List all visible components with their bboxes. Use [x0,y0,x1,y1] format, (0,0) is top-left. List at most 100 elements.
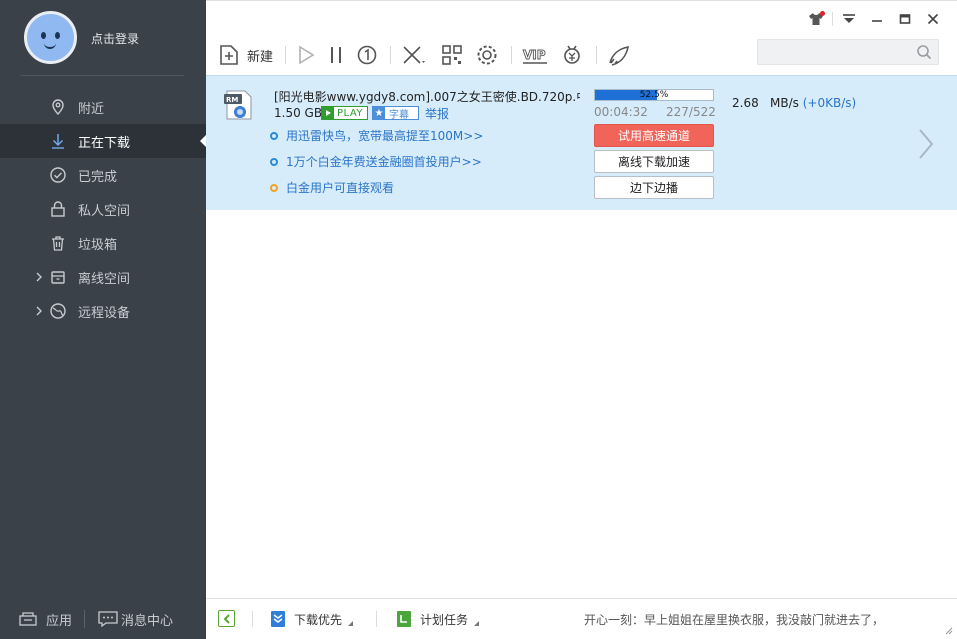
maximize-button[interactable] [891,8,919,30]
menu-button[interactable] [835,8,863,30]
speed-extra: (+0KB/s) [802,96,857,110]
star-icon: ★ [373,107,385,119]
dropdown-triangle-icon [474,620,480,626]
progress-percent: 52.5% [639,90,669,100]
toolbar-divider [390,46,392,64]
chevron-right-icon[interactable] [34,270,44,284]
qr-code-icon [442,45,462,65]
chevron-right-icon[interactable] [917,128,935,160]
new-task-button[interactable]: 新建 [218,42,273,68]
sidebar-item-trash[interactable]: 垃圾箱 [0,226,206,260]
promo-link-1[interactable]: 用迅雷快鸟，宽带最高提至100M>> [270,127,483,144]
download-speed: 2.68 [732,96,759,110]
calendar-icon [397,611,411,627]
sidebar-item-offline-space[interactable]: 离线空间 [0,260,206,294]
trial-high-speed-button[interactable]: 试用高速通道 [594,124,714,147]
toolbar-divider [285,46,287,64]
bullet-ring-icon [270,183,278,192]
top-bar: 新建 VIP [206,0,957,75]
notification-dot [820,11,825,16]
money-button[interactable] [560,42,584,68]
sidebar-item-label: 正在下载 [78,135,131,151]
sidebar-nav: 附近 正在下载 已完成 私人空间 垃圾箱 离线空间 远程设备 [0,90,206,328]
login-link[interactable]: 点击登录 [91,30,139,47]
sidebar-item-label: 私人空间 [78,203,131,219]
collapse-sidebar-button[interactable] [218,610,235,627]
rm-file-icon: RM [224,90,252,120]
settings-button[interactable] [475,42,499,68]
sidebar-item-completed[interactable]: 已完成 [0,158,206,192]
sidebar-divider [20,75,184,76]
status-divider [252,611,253,627]
download-task-row[interactable]: RM [阳光电影www.ygdy8.com].007之女王密使.BD.720p.… [206,75,957,210]
new-task-label: 新建 [247,49,274,65]
subtitle-badge[interactable]: ★ 字幕 [372,106,419,121]
scheduled-task-button[interactable]: 计划任务 [396,610,480,628]
status-message[interactable]: 开心一刻：早上姐姐在屋里换衣服，我没敲门就进去了， [584,611,884,628]
promo-link-3[interactable]: 白金用户可直接观看 [270,179,394,196]
elapsed-time: 00:04:32 [594,105,648,119]
dropdown-menu-icon [843,14,855,23]
start-button[interactable] [296,42,316,68]
pause-button[interactable] [328,42,344,68]
sidebar-item-private-space[interactable]: 私人空间 [0,192,206,226]
sidebar-item-nearby[interactable]: 附近 [0,90,206,124]
chevron-left-icon [223,613,230,624]
chevron-right-icon[interactable] [34,304,44,318]
priority-download-icon [271,611,285,627]
speed-unit-label: MB/s [770,96,799,110]
gear-icon [477,45,497,65]
sidebar-footer: 应用 消息中心 [0,599,206,639]
message-center-label: 消息中心 [121,613,174,629]
message-bubble-icon [98,611,118,628]
resize-grip-icon[interactable] [943,625,953,635]
minimize-button[interactable] [863,8,891,30]
delete-button[interactable] [401,42,429,68]
priority-button[interactable] [356,42,378,68]
pause-icon [331,47,342,63]
bullet-ring-icon [270,157,278,166]
window-controls [802,8,947,30]
scheduled-task-label: 计划任务 [420,612,469,627]
minimize-icon [872,20,882,22]
rocket-icon [609,45,630,66]
download-priority-button[interactable]: 下载优先 [270,610,354,628]
sidebar-item-label: 已完成 [78,169,118,185]
download-priority-label: 下载优先 [294,612,343,627]
toolbar: 新建 VIP [218,42,643,68]
file-name[interactable]: [阳光电影www.ygdy8.com].007之女王密使.BD.720p.中..… [274,88,580,105]
avatar-mouth [44,43,56,49]
offline-box-icon [51,271,65,284]
progress-bar: 52.5% [594,89,714,101]
avatar[interactable] [24,11,77,64]
sidebar-item-label: 远程设备 [78,305,131,321]
subtitle-badge-label: 字幕 [389,109,409,121]
search-icon[interactable] [916,44,932,60]
download-arrow-icon [52,134,64,149]
status-divider [376,611,377,627]
report-link[interactable]: 举报 [425,105,449,122]
pieces-count: 227/522 [666,105,716,119]
sidebar-item-remote-devices[interactable]: 远程设备 [0,294,206,328]
play-badge[interactable]: PLAY [321,106,368,120]
qr-code-button[interactable] [441,42,463,68]
delete-x-icon [403,46,426,64]
promo-link-2[interactable]: 1万个白金年费送金融圈首投用户>> [270,153,482,170]
rocket-button[interactable] [607,42,631,68]
apps-button[interactable]: 应用 [18,610,72,629]
avatar-eye-right [55,32,60,39]
offline-accelerate-button[interactable]: 离线下载加速 [594,150,714,173]
close-button[interactable] [919,8,947,30]
dropdown-triangle-icon [348,620,354,626]
sidebar-item-downloading[interactable]: 正在下载 [0,124,206,158]
search-input[interactable] [758,40,908,64]
message-center-button[interactable]: 消息中心 [97,610,173,629]
private-lock-icon [51,201,65,217]
play-badge-label: PLAY [337,107,364,119]
check-circle-icon [50,167,66,183]
svg-text:VIP: VIP [523,48,546,62]
play-icon [299,45,315,65]
vip-button[interactable]: VIP [522,42,548,68]
skin-button[interactable] [802,8,830,30]
play-while-downloading-button[interactable]: 边下边播 [594,176,714,199]
